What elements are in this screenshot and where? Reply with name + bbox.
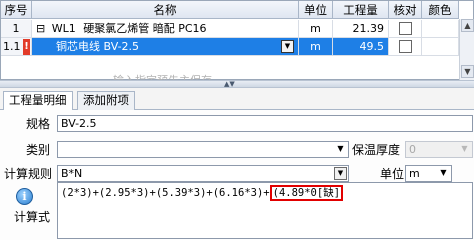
table-row[interactable]: 1 ⊟ WL1 硬聚氯乙烯管 暗配 PC16 m 21.39 xyxy=(1,20,459,38)
row-name: 铜芯电线 BV-2.5 xyxy=(56,40,140,53)
insulation-value: 0 xyxy=(409,143,416,156)
row-index: 1.1 xyxy=(3,40,21,53)
category-label: 类别 xyxy=(25,143,50,157)
warning-flag-icon: ! xyxy=(23,39,30,55)
spec-label: 规格 xyxy=(25,117,50,131)
name-dropdown-button[interactable]: ▼ xyxy=(281,40,294,53)
info-icon: i xyxy=(16,188,33,205)
chevron-down-icon: ▼ xyxy=(337,169,344,177)
header-color[interactable]: 颜色 xyxy=(422,1,459,19)
row-color-cell[interactable] xyxy=(422,20,459,38)
row-quantity[interactable]: 21.39 xyxy=(333,20,389,38)
category-select[interactable]: ▼ xyxy=(57,141,349,158)
spec-field[interactable]: BV-2.5 xyxy=(57,115,473,132)
unit-select[interactable]: m ▼ xyxy=(405,165,452,182)
row-code: WL1 xyxy=(51,22,76,35)
detail-form: 规格 BV-2.5 类别 ▼ 保温厚度 0 ▼ 计算规则 B*N ▼ 单位 m … xyxy=(0,110,474,240)
chevron-down-icon: ▼ xyxy=(461,144,468,153)
chevron-down-icon[interactable]: ▼ xyxy=(437,167,450,180)
splitter-grip-icon: ▲▼ xyxy=(224,80,235,88)
header-check[interactable]: 核对 xyxy=(389,1,422,19)
rule-field[interactable]: B*N ▼ xyxy=(57,165,349,182)
row-index: 1 xyxy=(1,20,32,38)
tab-bar: 工程量明细 添加附项 xyxy=(0,88,474,111)
chevron-down-icon: ▼ xyxy=(284,42,291,50)
row-name: 硬聚氯乙烯管 暗配 PC16 xyxy=(83,22,207,35)
header-unit[interactable]: 单位 xyxy=(299,1,333,19)
chevron-down-icon[interactable]: ▼ xyxy=(334,143,347,156)
scroll-up-button[interactable]: ▲ xyxy=(461,19,474,32)
scroll-down-button[interactable]: ▼ xyxy=(461,65,474,78)
row-color-cell[interactable] xyxy=(422,38,459,56)
row-unit[interactable]: m xyxy=(299,20,333,38)
missing-value-highlight: (4.89*0[缺] xyxy=(269,185,344,201)
header-name[interactable]: 名称 xyxy=(32,1,299,19)
header-index[interactable]: 序号 xyxy=(1,1,32,19)
item-grid: 序号 名称 单位 工程量 核对 颜色 1 ⊟ WL1 硬聚氯乙烯管 暗配 PC1… xyxy=(0,0,474,87)
row-unit[interactable]: m xyxy=(299,38,333,56)
row-quantity[interactable]: 49.5 xyxy=(333,38,389,56)
check-checkbox[interactable] xyxy=(399,40,412,53)
grid-scrollbar[interactable]: ▲ ▼ xyxy=(459,19,474,80)
row-name-cell[interactable]: ⊟ WL1 硬聚氯乙烯管 暗配 PC16 xyxy=(32,20,299,38)
row-index-cell: 1.1 ! xyxy=(1,38,32,56)
unit-label: 单位 xyxy=(379,167,404,181)
insulation-thickness-select: 0 ▼ xyxy=(405,141,473,158)
tab-quantity-details[interactable]: 工程量明细 xyxy=(3,91,73,111)
table-row-selected[interactable]: 1.1 ! 铜芯电线 BV-2.5 ▼ m 49.5 xyxy=(1,38,459,56)
formula-text: (2*3)+(2.95*3)+(5.39*3)+(6.16*3)+ xyxy=(61,187,270,199)
row-check-cell xyxy=(389,38,422,56)
rule-dropdown-button[interactable]: ▼ xyxy=(334,167,347,180)
collapse-icon[interactable]: ⊟ xyxy=(36,22,45,35)
formula-label: 计算式 xyxy=(13,210,50,224)
row-check-cell xyxy=(389,20,422,38)
rule-value: B*N xyxy=(61,167,83,180)
panel-splitter[interactable]: ▲▼ xyxy=(0,80,474,88)
formula-textarea[interactable]: (2*3)+(2.95*3)+(5.39*3)+(6.16*3)+ (4.89*0… xyxy=(57,182,473,239)
rule-label: 计算规则 xyxy=(3,167,52,181)
header-quantity[interactable]: 工程量 xyxy=(333,1,389,19)
tab-add-items[interactable]: 添加附项 xyxy=(77,91,135,110)
check-checkbox[interactable] xyxy=(399,22,412,35)
row-name-cell[interactable]: 铜芯电线 BV-2.5 ▼ xyxy=(32,38,299,56)
unit-value: m xyxy=(409,167,420,180)
insulation-label: 保温厚度 xyxy=(352,143,401,157)
